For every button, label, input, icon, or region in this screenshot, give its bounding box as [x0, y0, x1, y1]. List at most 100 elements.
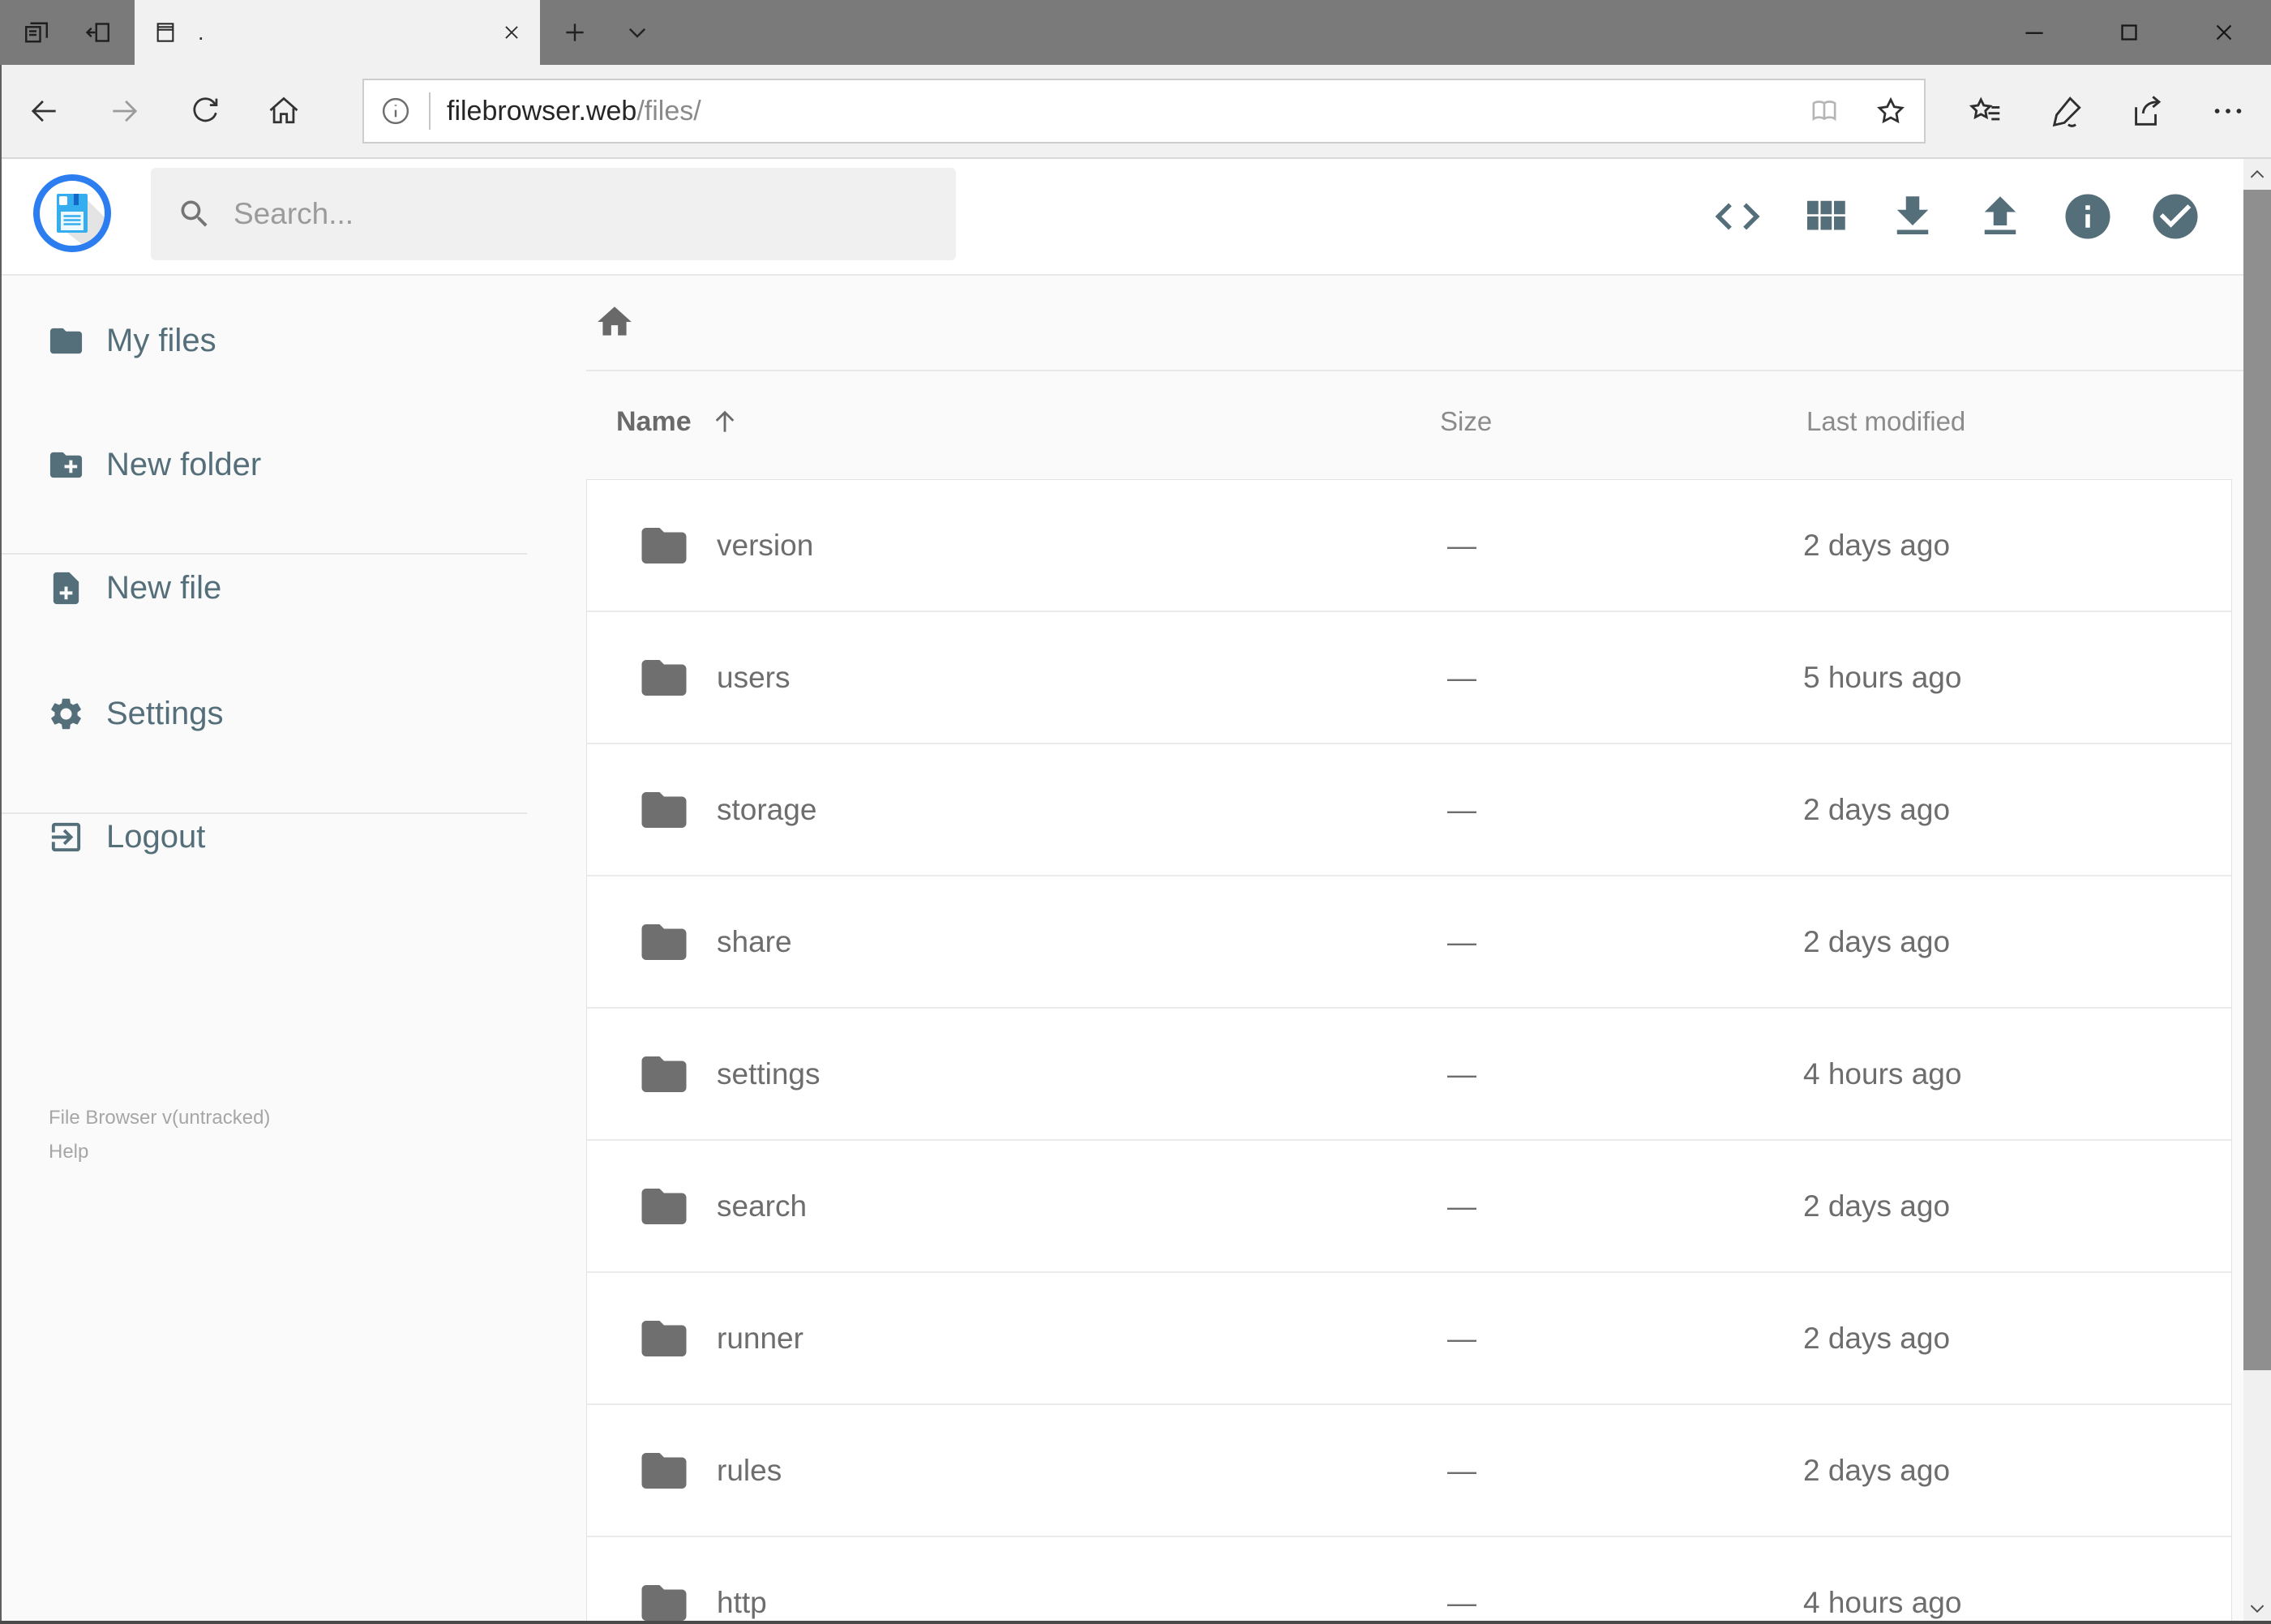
breadcrumb-divider	[586, 370, 2243, 371]
sidebar-item-logout[interactable]: Logout	[0, 796, 585, 877]
set-aside-tabs-icon[interactable]	[6, 0, 66, 65]
file-row-http[interactable]: http — 4 hours ago	[587, 1536, 2231, 1624]
file-listing: Name Size Last modified version — 2 days a…	[586, 276, 2243, 1624]
maximize-button[interactable]	[2081, 0, 2176, 65]
download-icon[interactable]	[1886, 190, 1939, 243]
scrollbar-thumb[interactable]	[2243, 190, 2271, 1370]
file-row-runner[interactable]: runner — 2 days ago	[587, 1271, 2231, 1403]
site-info-icon[interactable]	[379, 94, 413, 128]
urlbar-divider	[429, 92, 431, 130]
file-modified: 2 days ago	[1803, 924, 1951, 958]
file-name: rules	[717, 1453, 782, 1487]
file-row-settings[interactable]: settings — 4 hours ago	[587, 1007, 2231, 1139]
hub-favorites-icon[interactable]	[1952, 65, 2020, 157]
folder-plus-icon	[47, 446, 85, 484]
file-modified: 2 days ago	[1803, 1189, 1951, 1223]
search-input[interactable]: Search...	[151, 168, 956, 260]
file-name: share	[717, 924, 792, 958]
favorite-star-icon[interactable]	[1858, 93, 1924, 129]
column-header-name[interactable]: Name	[616, 397, 740, 446]
help-link[interactable]: Help	[49, 1135, 88, 1169]
gear-icon	[47, 695, 85, 733]
folder-icon	[637, 915, 691, 969]
file-name: storage	[717, 792, 817, 826]
tab-title: .	[198, 19, 204, 45]
app-header: Search...	[0, 159, 2243, 276]
back-icon[interactable]	[11, 65, 76, 157]
file-size: —	[1447, 924, 1476, 958]
sidebar-item-new-file[interactable]: New file	[0, 547, 585, 628]
file-name: settings	[717, 1056, 821, 1091]
browser-toolbar: filebrowser.web/files/	[0, 65, 2271, 159]
share-icon[interactable]	[2113, 65, 2181, 157]
page-scrollbar[interactable]	[2243, 159, 2271, 1624]
close-window-button[interactable]	[2176, 0, 2271, 65]
column-header-modified[interactable]: Last modified	[1806, 397, 1965, 446]
home-icon[interactable]	[251, 65, 316, 157]
annotate-pen-icon[interactable]	[2033, 65, 2101, 157]
search-icon	[177, 196, 212, 232]
header-toolbar	[1711, 159, 2202, 274]
folder-icon	[637, 1312, 691, 1365]
folder-icon	[47, 322, 85, 360]
tab-preview-toggle[interactable]	[607, 0, 667, 65]
grid-view-icon[interactable]	[1798, 190, 1852, 243]
file-size: —	[1447, 1453, 1476, 1487]
file-row-storage[interactable]: storage — 2 days ago	[587, 743, 2231, 875]
browser-window: . filebrowser.web/files/ Search... My fi…	[0, 0, 2271, 1624]
sidebar-item-label: New folder	[106, 446, 262, 482]
browser-tab[interactable]: .	[135, 0, 540, 65]
search-placeholder: Search...	[234, 197, 354, 230]
check-circle-icon[interactable]	[2149, 190, 2202, 243]
folder-icon	[637, 1048, 691, 1101]
file-name: search	[717, 1189, 808, 1223]
reading-view-book-icon[interactable]	[1791, 94, 1858, 128]
file-size: —	[1447, 660, 1476, 694]
arrow-up-icon	[709, 406, 740, 437]
file-row-users[interactable]: users — 5 hours ago	[587, 611, 2231, 743]
minimize-button[interactable]	[1986, 0, 2081, 65]
file-modified: 4 hours ago	[1803, 1585, 1962, 1619]
restore-tabs-icon[interactable]	[68, 0, 128, 65]
folder-icon	[637, 783, 691, 837]
file-row-search[interactable]: search — 2 days ago	[587, 1139, 2231, 1271]
sidebar-item-new-folder[interactable]: New folder	[0, 424, 585, 505]
sidebar: My files New folder New file Settings Logout…	[0, 276, 585, 1624]
filebrowser-logo[interactable]	[32, 173, 113, 254]
file-size: —	[1447, 528, 1476, 562]
tab-close-icon[interactable]	[501, 22, 522, 43]
file-row-version[interactable]: version — 2 days ago	[587, 480, 2231, 611]
file-row-rules[interactable]: rules — 2 days ago	[587, 1403, 2231, 1536]
sidebar-divider	[0, 812, 527, 814]
folder-icon	[637, 1576, 691, 1624]
scroll-up-icon[interactable]	[2243, 159, 2271, 190]
file-name: http	[717, 1585, 767, 1619]
forward-icon[interactable]	[92, 65, 157, 157]
file-size: —	[1447, 1585, 1476, 1619]
code-icon[interactable]	[1711, 190, 1764, 243]
file-modified: 2 days ago	[1803, 528, 1951, 562]
file-size: —	[1447, 792, 1476, 826]
scroll-down-icon[interactable]	[2243, 1593, 2271, 1624]
breadcrumb-home-icon[interactable]	[594, 302, 635, 342]
file-modified: 5 hours ago	[1803, 660, 1962, 694]
filebrowser-app: Search... My files New folder New file Sett…	[0, 159, 2271, 1624]
sidebar-item-my-files[interactable]: My files	[0, 300, 585, 381]
column-header-size[interactable]: Size	[1440, 397, 1492, 446]
refresh-icon[interactable]	[173, 65, 238, 157]
url-host: filebrowser.web	[447, 95, 637, 126]
more-dots-icon[interactable]	[2194, 65, 2262, 157]
file-modified: 2 days ago	[1803, 1321, 1951, 1355]
sidebar-divider	[0, 553, 527, 555]
folder-icon	[637, 519, 691, 572]
file-row-share[interactable]: share — 2 days ago	[587, 875, 2231, 1007]
url-path: /files/	[636, 95, 701, 126]
file-modified: 4 hours ago	[1803, 1056, 1962, 1091]
new-tab-button[interactable]	[545, 0, 605, 65]
app-version-text: File Browser v(untracked)	[49, 1107, 271, 1129]
info-circle-icon[interactable]	[2061, 190, 2115, 243]
folder-icon	[637, 651, 691, 705]
address-bar[interactable]: filebrowser.web/files/	[362, 79, 1926, 144]
upload-icon[interactable]	[1973, 190, 2027, 243]
sidebar-item-settings[interactable]: Settings	[0, 673, 585, 754]
